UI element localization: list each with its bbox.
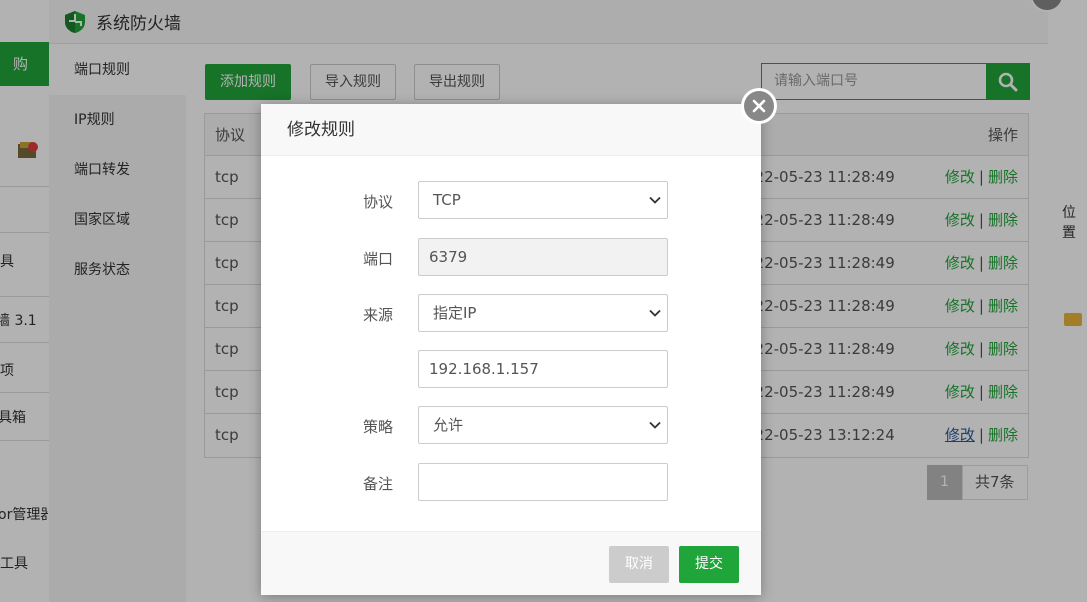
ip-address-field[interactable]: 192.168.1.157 [418,350,668,388]
port-field[interactable]: 6379 [418,238,668,276]
dialog-footer: 取消 提交 [261,531,761,595]
source-select[interactable]: 指定IP [418,294,668,332]
chevron-down-icon [649,196,661,204]
submit-button[interactable]: 提交 [679,546,739,583]
policy-label: 策略 [362,418,393,436]
note-label: 备注 [362,475,393,493]
protocol-select-value: TCP [433,191,461,209]
edit-rule-dialog: 修改规则 协议 TCP 端口 6379 来源 指定IP 192.168.1.15… [261,104,761,595]
policy-select[interactable]: 允许 [418,406,668,444]
source-label: 来源 [362,306,393,324]
ip-address-value: 192.168.1.157 [429,360,539,378]
policy-select-value: 允许 [433,416,464,434]
protocol-label: 协议 [362,193,393,211]
chevron-down-icon [649,421,661,429]
close-icon-wrap [744,91,774,121]
dialog-title: 修改规则 [261,104,761,156]
dialog-close-button[interactable] [741,88,777,124]
port-field-value: 6379 [429,248,468,266]
note-field[interactable] [418,463,668,501]
protocol-select[interactable]: TCP [418,181,668,219]
cancel-button[interactable]: 取消 [609,546,669,583]
port-label: 端口 [362,250,393,268]
close-icon [752,99,766,113]
chevron-down-icon [649,309,661,317]
source-select-value: 指定IP [433,304,477,322]
